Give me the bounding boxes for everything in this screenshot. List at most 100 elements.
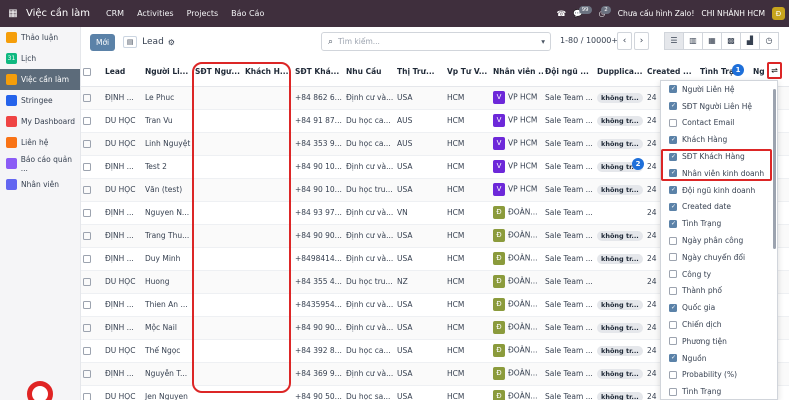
column-option-checkbox[interactable] <box>669 303 677 312</box>
column-option-checkbox[interactable] <box>669 270 677 279</box>
column-option-checkbox[interactable] <box>669 286 677 295</box>
column-option[interactable]: SĐT Người Liên Hệ <box>661 98 777 115</box>
column-header[interactable]: Người Li... <box>143 57 193 87</box>
cell-team[interactable]: Sale Team ... <box>543 86 595 110</box>
menu-activities[interactable]: Activities <box>137 9 174 18</box>
cell-staff[interactable]: V VP HCM <box>491 178 543 202</box>
column-header[interactable]: SĐT Khá... <box>293 57 344 87</box>
cell-market[interactable]: USA <box>395 293 445 317</box>
cell-need[interactable]: Định cư và... <box>344 86 395 110</box>
cell-duplicate[interactable] <box>595 270 645 294</box>
cell-market[interactable]: AUS <box>395 132 445 156</box>
cell-team[interactable]: Sale Team ... <box>543 385 595 400</box>
pager-prev-button[interactable]: ‹ <box>617 32 632 50</box>
cell-team[interactable]: Sale Team ... <box>543 270 595 294</box>
cell-lead[interactable]: ĐỊNH ... <box>103 247 143 271</box>
column-option[interactable]: Thành phố <box>661 283 777 300</box>
row-checkbox-cell[interactable] <box>81 247 103 271</box>
cell-contact[interactable]: Văn (test) <box>143 178 193 202</box>
cell-office[interactable]: HCM <box>445 385 491 400</box>
column-header[interactable]: Lead <box>103 57 143 87</box>
row-checkbox-cell[interactable] <box>81 224 103 248</box>
sidebar-item-todo[interactable]: Việc cần làm <box>0 69 80 90</box>
cell-staff[interactable]: Đ ĐOÀN... <box>491 385 543 400</box>
cell-contact-phone[interactable] <box>193 86 243 110</box>
cell-duplicate[interactable]: không tr... <box>595 339 645 363</box>
row-checkbox-cell[interactable] <box>81 362 103 386</box>
cell-duplicate[interactable]: không tr... <box>595 224 645 248</box>
cell-duplicate[interactable]: không tr... <box>595 178 645 202</box>
search-input[interactable]: ⌕ Tìm kiếm... ▾ <box>321 32 551 51</box>
cell-contact[interactable]: Nguyen N... <box>143 201 193 225</box>
row-checkbox-cell[interactable] <box>81 316 103 340</box>
row-checkbox-cell[interactable] <box>81 270 103 294</box>
column-option[interactable]: Ngày chuyển đổi <box>661 249 777 266</box>
cell-market[interactable]: USA <box>395 339 445 363</box>
cell-customer-phone[interactable]: +84 392 8... <box>293 339 344 363</box>
column-option[interactable]: Chiến dịch <box>661 316 777 333</box>
cell-staff[interactable]: V VP HCM <box>491 86 543 110</box>
row-checkbox[interactable] <box>83 140 91 148</box>
column-option[interactable]: Created date <box>661 199 777 216</box>
column-header[interactable]: Nhân viên ... <box>491 57 543 87</box>
cell-lead[interactable]: DU HỌC <box>103 339 143 363</box>
new-button[interactable]: Mới <box>90 33 116 51</box>
cell-contact[interactable]: Jen Nguyen <box>143 385 193 400</box>
column-option-checkbox[interactable] <box>669 152 677 161</box>
cell-office[interactable]: HCM <box>445 155 491 179</box>
sidebar-item-dashboard[interactable]: My Dashboard <box>0 111 80 132</box>
sidebar-item-stringee[interactable]: Stringee <box>0 90 80 111</box>
sidebar-item-calendar[interactable]: 31 Lịch <box>0 48 80 69</box>
cell-duplicate[interactable]: không tr... <box>595 109 645 133</box>
cell-market[interactable]: USA <box>395 385 445 400</box>
cell-duplicate[interactable]: không tr... <box>595 132 645 156</box>
pivot-view-button[interactable]: ▩ <box>721 32 741 50</box>
cell-staff[interactable]: Đ ĐOÀN... <box>491 339 543 363</box>
cell-contact-phone[interactable] <box>193 362 243 386</box>
cell-customer-phone[interactable]: +8435954... <box>293 293 344 317</box>
sidebar-item-reports[interactable]: Báo cáo quản ... <box>0 153 80 174</box>
column-option[interactable]: Contact Email <box>661 115 777 132</box>
cell-customer[interactable] <box>243 385 293 400</box>
cell-contact-phone[interactable] <box>193 201 243 225</box>
column-option[interactable]: Đội ngũ kinh doanh <box>661 182 777 199</box>
column-option[interactable]: Công ty <box>661 266 777 283</box>
row-checkbox[interactable] <box>83 117 91 125</box>
cell-team[interactable]: Sale Team ... <box>543 224 595 248</box>
kanban-view-button[interactable]: ▥ <box>683 32 703 50</box>
activity-view-button[interactable]: ◷ <box>759 32 779 50</box>
cell-duplicate[interactable]: không tr... <box>595 316 645 340</box>
cell-staff[interactable]: V VP HCM <box>491 132 543 156</box>
select-all-checkbox[interactable] <box>83 67 91 76</box>
cell-customer-phone[interactable]: +84 91 87... <box>293 109 344 133</box>
pager-next-button[interactable]: › <box>634 32 649 50</box>
cell-customer[interactable] <box>243 293 293 317</box>
cell-office[interactable]: HCM <box>445 316 491 340</box>
row-checkbox-cell[interactable] <box>81 201 103 225</box>
cell-staff[interactable]: Đ ĐOÀN... <box>491 362 543 386</box>
chat-icon[interactable]: 💬99 <box>573 6 592 18</box>
cell-contact-phone[interactable] <box>193 132 243 156</box>
column-option-checkbox[interactable] <box>669 186 677 195</box>
row-checkbox[interactable] <box>83 301 91 309</box>
dropdown-scrollbar[interactable] <box>773 89 776 249</box>
cell-market[interactable]: USA <box>395 316 445 340</box>
cell-market[interactable]: VN <box>395 201 445 225</box>
cell-contact[interactable]: Linh Nguyệt <box>143 132 193 156</box>
cell-contact-phone[interactable] <box>193 224 243 248</box>
cell-customer[interactable] <box>243 155 293 179</box>
cell-duplicate[interactable]: không tr... <box>595 385 645 400</box>
column-option-checkbox[interactable] <box>669 135 677 144</box>
cell-team[interactable]: Sale Team ... <box>543 178 595 202</box>
column-option[interactable]: Phương tiện <box>661 333 777 350</box>
column-option[interactable]: SĐT Khách Hàng <box>661 148 777 165</box>
apps-grid-icon[interactable]: ▦ <box>0 0 26 27</box>
row-checkbox[interactable] <box>83 370 91 378</box>
column-option[interactable]: Tình Trạng <box>661 215 777 232</box>
column-option-checkbox[interactable] <box>669 102 677 111</box>
row-checkbox-cell[interactable] <box>81 178 103 202</box>
cell-team[interactable]: Sale Team ... <box>543 316 595 340</box>
column-header[interactable]: Nhu Cầu <box>344 57 395 87</box>
cell-need[interactable]: Định cư và... <box>344 247 395 271</box>
cell-team[interactable]: Sale Team ... <box>543 132 595 156</box>
